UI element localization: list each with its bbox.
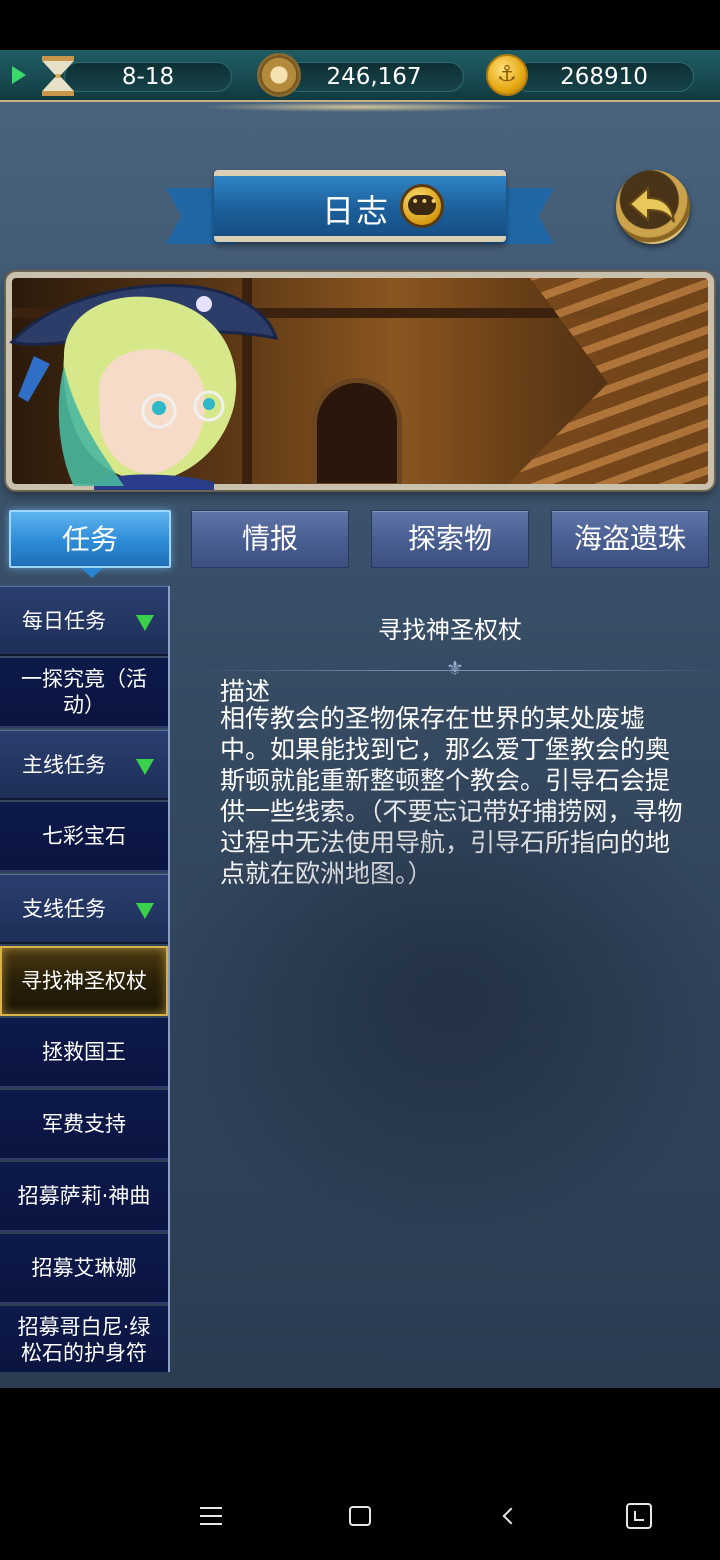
menu-icon[interactable]: [200, 1507, 222, 1525]
page-title: 日志: [322, 192, 391, 230]
task-item[interactable]: 招募萨莉·神曲: [0, 1162, 168, 1232]
task-item[interactable]: 七彩宝石: [0, 802, 168, 872]
category-label: 主线任务: [22, 752, 106, 777]
expand-arrow-icon: [136, 903, 154, 919]
task-label: 拯救国王: [42, 1040, 126, 1064]
category-label: 每日任务: [22, 608, 106, 633]
resource-bar: 8-18 246,167 268910 ⚓: [0, 50, 720, 112]
task-label: 军费支持: [42, 1112, 126, 1136]
expand-arrow-icon: [136, 615, 154, 631]
expand-arrow-icon: [136, 759, 154, 775]
task-item[interactable]: 拯救国王: [0, 1018, 168, 1088]
tab-explorations[interactable]: 探索物: [371, 510, 529, 568]
task-label: 七彩宝石: [42, 824, 126, 848]
compass-icon: [257, 53, 301, 97]
category-daily-tasks[interactable]: 每日任务: [0, 586, 168, 656]
ornament-icon: ⚜: [446, 656, 464, 680]
chat-bubble-icon[interactable]: [400, 184, 444, 228]
system-nav-bar: [0, 1388, 720, 1560]
tab-tasks[interactable]: 任务: [9, 510, 171, 578]
anchor-coin-icon: ⚓: [486, 54, 528, 96]
play-icon[interactable]: [12, 66, 26, 84]
task-label: 一探究竟（活动）: [21, 667, 147, 717]
title-banner: 日志: [214, 170, 506, 242]
task-item-selected[interactable]: 寻找神圣权杖: [0, 946, 168, 1016]
exploration-counter: 246,167: [284, 62, 464, 92]
recent-apps-icon[interactable]: [626, 1503, 652, 1529]
category-side-tasks[interactable]: 支线任务: [0, 874, 168, 944]
home-icon[interactable]: [349, 1506, 371, 1526]
scene-door: [312, 378, 402, 484]
status-bar: [0, 0, 720, 50]
stamina-counter: 8-18: [64, 62, 232, 92]
tab-intel[interactable]: 情报: [191, 510, 349, 568]
task-label: 招募哥白尼·绿松石的护身符: [17, 1315, 151, 1365]
task-item[interactable]: 招募艾琳娜: [0, 1234, 168, 1304]
task-item[interactable]: 一探究竟（活动）: [0, 658, 168, 728]
task-label: 招募萨莉·神曲: [17, 1184, 151, 1208]
task-label: 招募艾琳娜: [31, 1256, 137, 1280]
task-item[interactable]: 招募哥白尼·绿松石的护身符: [0, 1306, 168, 1372]
task-title: 寻找神圣权杖: [378, 616, 522, 644]
tab-pirate-treasures[interactable]: 海盗遗珠: [551, 510, 709, 568]
game-screen: 8-18 246,167 268910 ⚓ 日志 任: [0, 50, 720, 1388]
category-label: 支线任务: [22, 896, 106, 921]
back-arrow-icon: [628, 185, 675, 223]
category-main-tasks[interactable]: 主线任务: [0, 730, 168, 800]
back-button[interactable]: [616, 170, 690, 244]
task-label: 寻找神圣权杖: [21, 969, 147, 993]
description-text: 相传教会的圣物保存在世界的某处废墟中。如果能找到它，那么爱丁堡教会的奥斯顿就能重…: [220, 704, 683, 888]
gold-counter: 268910: [514, 62, 694, 92]
character-portrait: [9, 284, 279, 490]
task-item[interactable]: 军费支持: [0, 1090, 168, 1160]
task-list[interactable]: 每日任务 一探究竟（活动） 主线任务 七彩宝石 支线任务 寻找神圣权杖 拯救国王…: [0, 586, 170, 1372]
